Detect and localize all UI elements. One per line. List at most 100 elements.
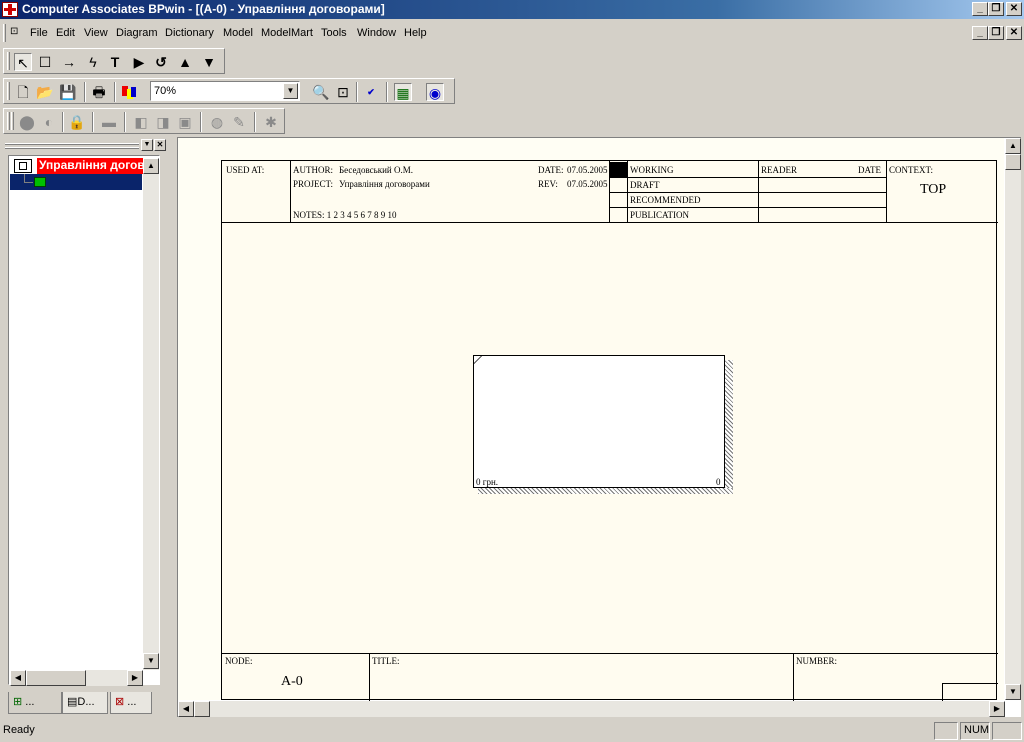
menu-dictionary[interactable]: Dictionary <box>165 27 214 39</box>
mm-disconnect-icon[interactable]: ◐ <box>40 113 58 131</box>
menu-file[interactable]: File <box>30 27 48 39</box>
zoom-icon[interactable]: 🔍 <box>312 83 330 101</box>
pointer-tool-icon[interactable]: ↖ <box>14 53 32 71</box>
mm-table-icon[interactable]: ▣ <box>176 113 194 131</box>
squiggle-tool-icon[interactable]: ϟ <box>84 53 102 71</box>
date-value: 07.05.2005 <box>567 165 608 175</box>
tree-horizontal-scrollbar[interactable]: ◀ ▶ <box>10 670 143 686</box>
tree-hscroll-thumb[interactable] <box>26 670 86 686</box>
menu-diagram[interactable]: Diagram <box>116 27 158 39</box>
rev-label: REV: <box>538 179 558 189</box>
status-text: Ready <box>3 724 35 736</box>
print-icon[interactable]: 🖶 <box>90 83 108 101</box>
scroll-right-icon[interactable]: ▶ <box>127 670 143 686</box>
tab-objects[interactable]: ⊠ ... <box>110 692 152 714</box>
notes-label: NOTES: 1 2 3 4 5 6 7 8 9 10 <box>293 210 397 220</box>
mm-merge-icon[interactable]: ◨ <box>154 113 172 131</box>
scroll-left-icon[interactable]: ◀ <box>10 670 26 686</box>
save-icon[interactable]: 💾 <box>59 83 77 101</box>
diagram-vertical-scrollbar[interactable]: ▲ ▼ <box>1005 138 1021 700</box>
zoom-fit-icon[interactable]: ⊡ <box>334 83 352 101</box>
menu-grip[interactable] <box>3 24 6 42</box>
activity-node-icon <box>34 177 46 187</box>
activity-shadow <box>725 360 733 493</box>
status-working: WORKING <box>630 165 674 175</box>
new-file-icon[interactable]: 🗋 <box>14 83 32 101</box>
doc-restore-button[interactable]: ❐ <box>988 26 1004 40</box>
doc-menu-icon[interactable]: ⊡ <box>10 26 18 37</box>
panel-close-button[interactable]: ✕ <box>154 139 166 151</box>
node-label: NODE: <box>225 656 253 666</box>
mm-open-icon[interactable]: ▬ <box>100 113 118 131</box>
menu-edit[interactable]: Edit <box>56 27 75 39</box>
menu-window[interactable]: Window <box>357 27 396 39</box>
text-tool-icon[interactable]: T <box>106 53 124 71</box>
model-mart-icon[interactable]: ◉ <box>426 83 444 101</box>
tab-diagrams[interactable]: ▤D... <box>62 692 108 714</box>
undo-icon[interactable]: ↺ <box>152 53 170 71</box>
title-label: TITLE: <box>372 656 400 666</box>
box-tool-icon[interactable]: ☐ <box>36 53 54 71</box>
zoom-combobox[interactable]: 70% ▼ <box>150 81 300 101</box>
number-label: NUMBER: <box>796 656 838 666</box>
node-value: A-0 <box>281 674 303 689</box>
page-number-box <box>942 683 998 701</box>
mm-user-icon[interactable]: ◍ <box>208 113 226 131</box>
go-down-icon[interactable]: ▼ <box>200 53 218 71</box>
model-explorer-icon[interactable]: ▦ <box>394 83 412 101</box>
minimize-button[interactable]: _ <box>972 2 988 16</box>
open-folder-icon[interactable]: 📂 <box>36 83 54 101</box>
arrow-tool-icon[interactable]: → <box>60 53 78 71</box>
model-tree[interactable] <box>8 155 160 685</box>
diagram-hscroll-thumb[interactable] <box>194 701 210 717</box>
diagram-horizontal-scrollbar[interactable]: ◀ ▶ <box>178 701 1005 717</box>
go-to-child-icon[interactable]: ▶ <box>130 53 148 71</box>
menu-view[interactable]: View <box>84 27 108 39</box>
app-icon[interactable] <box>2 2 18 17</box>
close-button[interactable]: ✕ <box>1006 2 1022 16</box>
doc-minimize-button[interactable]: _ <box>972 26 988 40</box>
panel-menu-button[interactable]: ▼ <box>141 139 153 151</box>
go-up-icon[interactable]: ▲ <box>176 53 194 71</box>
activities-tab-icon: ⊞ <box>13 696 23 708</box>
tree-root-label[interactable]: Управління договорами <box>37 158 143 174</box>
menu-tools[interactable]: Tools <box>321 27 347 39</box>
spell-check-icon[interactable]: ✔ <box>362 83 380 101</box>
mm-save-icon[interactable]: ◧ <box>132 113 150 131</box>
author-value: Беседовський О.М. <box>339 165 413 175</box>
status-panel-caps <box>934 722 958 740</box>
mm-security-icon[interactable]: ✎ <box>230 113 248 131</box>
menu-model[interactable]: Model <box>223 27 253 39</box>
menu-help[interactable]: Help <box>404 27 427 39</box>
tab-activities[interactable]: ⊞ ... <box>8 692 62 714</box>
diagram-scroll-down-icon[interactable]: ▼ <box>1005 684 1021 700</box>
diagram-scroll-left-icon[interactable]: ◀ <box>178 701 194 717</box>
zoom-value: 70% <box>154 85 177 97</box>
used-at-label: USED AT: <box>226 165 265 175</box>
mm-connect-icon[interactable]: ⬤ <box>18 113 36 131</box>
activity-box[interactable]: 0 грн. 0 <box>466 355 725 488</box>
menu-modelmart[interactable]: ModelMart <box>261 27 313 39</box>
scroll-down-icon[interactable]: ▼ <box>143 653 159 669</box>
mm-lock-icon[interactable]: 🔒 <box>68 113 86 131</box>
doc-close-button[interactable]: ✕ <box>1006 26 1022 40</box>
rev-value: 07.05.2005 <box>567 179 608 189</box>
diagram-vscroll-thumb[interactable] <box>1005 154 1021 170</box>
diagram-node-icon <box>14 159 32 173</box>
author-label: AUTHOR: <box>293 165 333 175</box>
drawing-toolbar: ↖ ☐ → ϟ T ▶ ↺ ▲ ▼ <box>3 48 225 74</box>
status-recommended: RECOMMENDED <box>630 195 701 205</box>
modelmart-toolbar: ⬤ ◐ 🔒 ▬ ◧ ◨ ▣ ◍ ✎ ✱ <box>3 108 285 134</box>
project-value: Управління договорами <box>339 179 430 189</box>
diagram-scroll-right-icon[interactable]: ▶ <box>989 701 1005 717</box>
restore-button[interactable]: ❐ <box>988 2 1004 16</box>
date-label: DATE: <box>538 165 564 175</box>
tree-vertical-scrollbar[interactable]: ▲ ▼ <box>143 158 159 670</box>
mm-group-icon[interactable]: ✱ <box>262 113 280 131</box>
working-status-marker <box>610 162 627 177</box>
zoom-dropdown-button[interactable]: ▼ <box>283 83 298 99</box>
status-publication: PUBLICATION <box>630 210 690 220</box>
color-palette-icon[interactable] <box>120 83 138 101</box>
scroll-up-icon[interactable]: ▲ <box>143 158 159 174</box>
diagram-scroll-up-icon[interactable]: ▲ <box>1005 138 1021 154</box>
